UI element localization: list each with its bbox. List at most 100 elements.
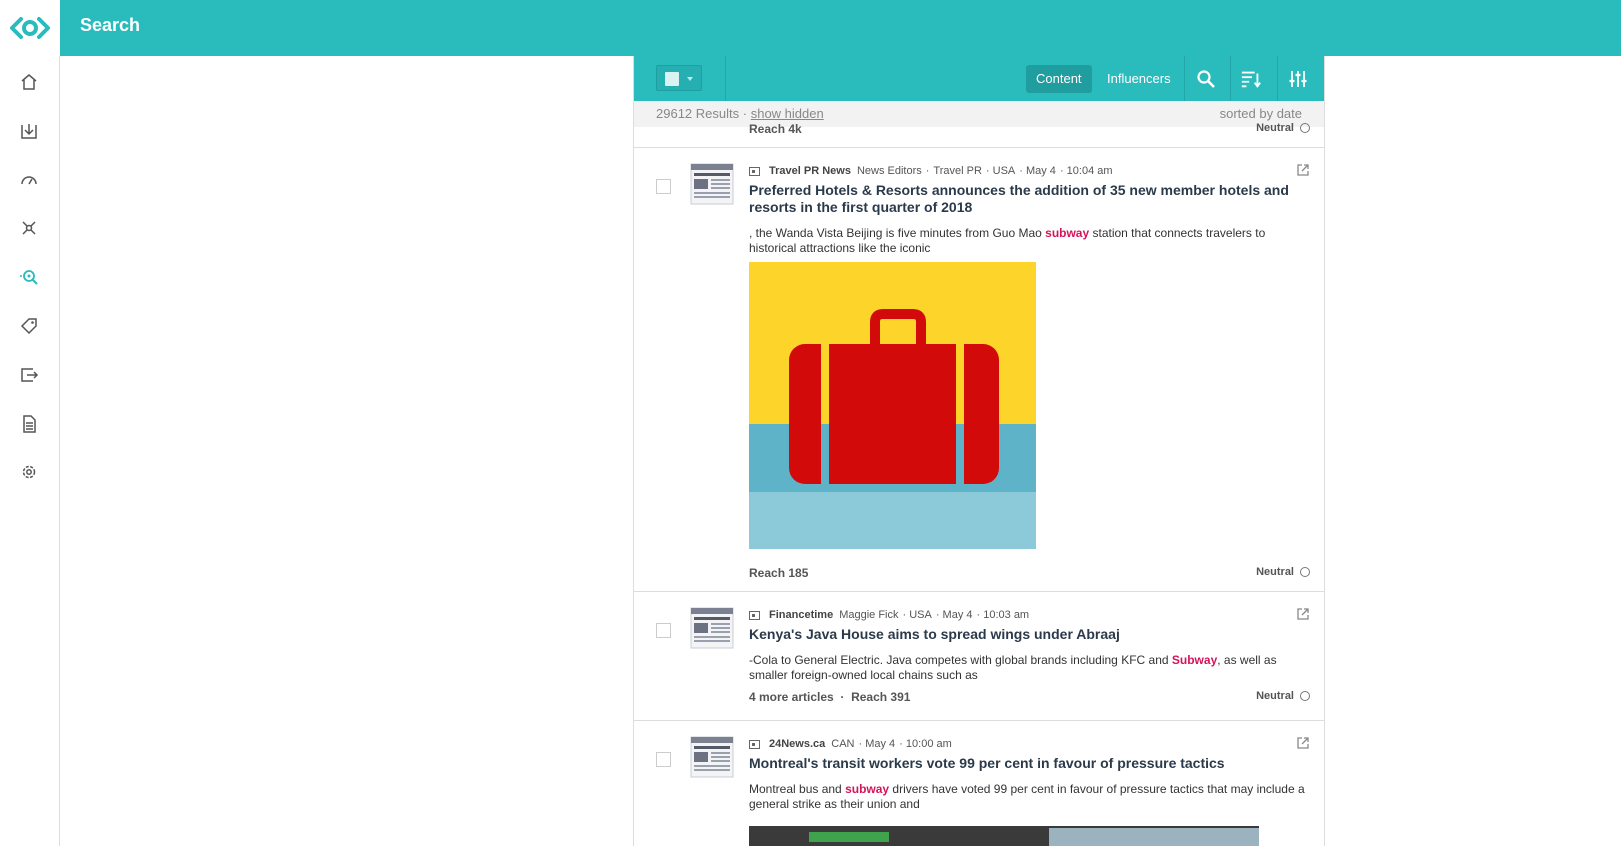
country: CAN (831, 738, 855, 750)
chevron-down-icon (687, 77, 693, 81)
date: · May 4 (1019, 165, 1056, 177)
reach-value: Reach 185 (749, 566, 809, 580)
select-all-checkbox[interactable] (665, 72, 679, 86)
toolbar-divider (1230, 56, 1231, 101)
tag-icon (20, 318, 37, 335)
sliders-icon (1289, 71, 1307, 87)
sidebar-item-dashboard[interactable] (14, 165, 44, 195)
article-title[interactable]: Montreal's transit workers vote 99 per c… (749, 755, 1309, 772)
separator: · (742, 106, 748, 121)
sentiment-toggle[interactable]: Neutral (1256, 690, 1310, 702)
article-image[interactable] (749, 262, 1036, 549)
sentiment-label: Neutral (1256, 566, 1294, 578)
keyword-highlight: subway (845, 782, 890, 796)
card-footer: 4 more articles · Reach 391 Neutral (634, 690, 1324, 708)
result-card: 24News.ca CAN · May 4 · 10:00 am Montrea… (634, 721, 1324, 846)
show-hidden-link[interactable]: show hidden (751, 106, 824, 121)
gear-icon (22, 465, 36, 479)
card-meta: 24News.ca CAN · May 4 · 10:00 am (749, 738, 956, 750)
source-name[interactable]: 24News.ca (769, 738, 825, 750)
country: · USA (902, 609, 932, 621)
card-footer: Reach 185 Neutral (634, 566, 1324, 584)
article-snippet: Montreal bus and subway drivers have vot… (749, 782, 1305, 811)
download-tray-icon (21, 124, 37, 139)
suitcase-icon (749, 262, 1036, 549)
separator: · (840, 690, 845, 704)
sort-button[interactable] (1240, 68, 1262, 90)
date: · May 4 (858, 738, 896, 750)
article-snippet: -Cola to General Electric. Java competes… (749, 653, 1277, 682)
card-meta: Financetime Maggie Fick · USA · May 4 · … (749, 609, 1033, 621)
meta-separator: · (925, 165, 930, 177)
search-icon (1197, 70, 1215, 88)
reach-value: Reach 391 (851, 690, 911, 704)
news-article-icon (690, 163, 734, 205)
source-name[interactable]: Financetime (769, 609, 833, 621)
more-articles-link[interactable]: 4 more articles (749, 690, 834, 704)
document-icon (23, 415, 36, 433)
sentiment-toggle[interactable]: Neutral (1256, 566, 1310, 578)
country: · USA (985, 165, 1016, 177)
news-article-icon (690, 736, 734, 778)
reach-value: Reach 4k (749, 122, 802, 136)
logo[interactable] (0, 0, 60, 56)
result-card: Travel PR News News Editors · Travel PR … (634, 148, 1324, 581)
sidebar-item-network[interactable] (14, 213, 44, 243)
sidebar-item-home[interactable] (14, 67, 44, 97)
tab-content[interactable]: Content (1026, 65, 1092, 93)
sidebar-item-tags[interactable] (14, 311, 44, 341)
home-icon (21, 74, 37, 90)
sidebar-item-export[interactable] (14, 360, 44, 390)
author: News Editors (856, 165, 922, 177)
sidebar-item-import[interactable] (14, 116, 44, 146)
external-link-icon[interactable] (1296, 163, 1310, 177)
article-snippet: , the Wanda Vista Beijing is five minute… (749, 226, 1266, 255)
external-link-icon[interactable] (1296, 736, 1310, 750)
sidebar-item-reports[interactable] (14, 409, 44, 439)
results-count: 29612 Results (656, 106, 740, 121)
date: · May 4 (935, 609, 973, 621)
select-all-dropdown[interactable] (656, 65, 702, 91)
gauge-icon (21, 176, 37, 185)
news-article-icon (690, 607, 734, 649)
sidebar (0, 56, 60, 846)
results-toolbar: Content Influencers (634, 56, 1324, 101)
search-button[interactable] (1195, 68, 1217, 90)
news-source-icon (749, 166, 760, 176)
sentiment-label: Neutral (1256, 690, 1294, 702)
toolbar-divider (1184, 56, 1185, 101)
top-bar: Search (0, 0, 1621, 56)
news-source-icon (749, 610, 760, 620)
external-link-icon[interactable] (1296, 607, 1310, 621)
card-checkbox[interactable] (656, 179, 671, 194)
sentiment-circle-icon (1300, 123, 1310, 133)
card-checkbox[interactable] (656, 623, 671, 638)
article-title[interactable]: Kenya's Java House aims to spread wings … (749, 626, 1309, 643)
toolbar-divider (1277, 56, 1278, 101)
outlet: Travel PR (933, 165, 982, 177)
keyword-highlight: Subway (1171, 653, 1218, 667)
card-footer: Reach 4k Neutral (634, 122, 1324, 140)
tab-influencers[interactable]: Influencers (1097, 65, 1181, 93)
source-name[interactable]: Travel PR News (769, 165, 851, 177)
filter-settings-button[interactable] (1287, 68, 1309, 90)
results-panel: Content Influencers 29612 Results · show… (633, 56, 1325, 846)
result-card: Financetime Maggie Fick · USA · May 4 · … (634, 592, 1324, 720)
sentiment-circle-icon (1300, 567, 1310, 577)
keyword-highlight: subway (1045, 226, 1090, 240)
toolbar-divider (725, 56, 726, 101)
sentiment-circle-icon (1300, 691, 1310, 701)
network-icon (22, 221, 36, 235)
transit-photo-icon (749, 826, 1259, 846)
time: · 10:00 am (899, 738, 952, 750)
sidebar-item-search[interactable] (14, 262, 44, 292)
article-title[interactable]: Preferred Hotels & Resorts announces the… (749, 182, 1309, 216)
sort-descending-icon (1241, 71, 1261, 88)
sidebar-item-settings[interactable] (14, 457, 44, 487)
author: Maggie Fick (839, 609, 899, 621)
export-icon (21, 368, 39, 382)
card-checkbox[interactable] (656, 752, 671, 767)
article-image[interactable] (749, 826, 1259, 846)
news-source-icon (749, 739, 760, 749)
sentiment-toggle[interactable]: Neutral (1256, 122, 1310, 134)
